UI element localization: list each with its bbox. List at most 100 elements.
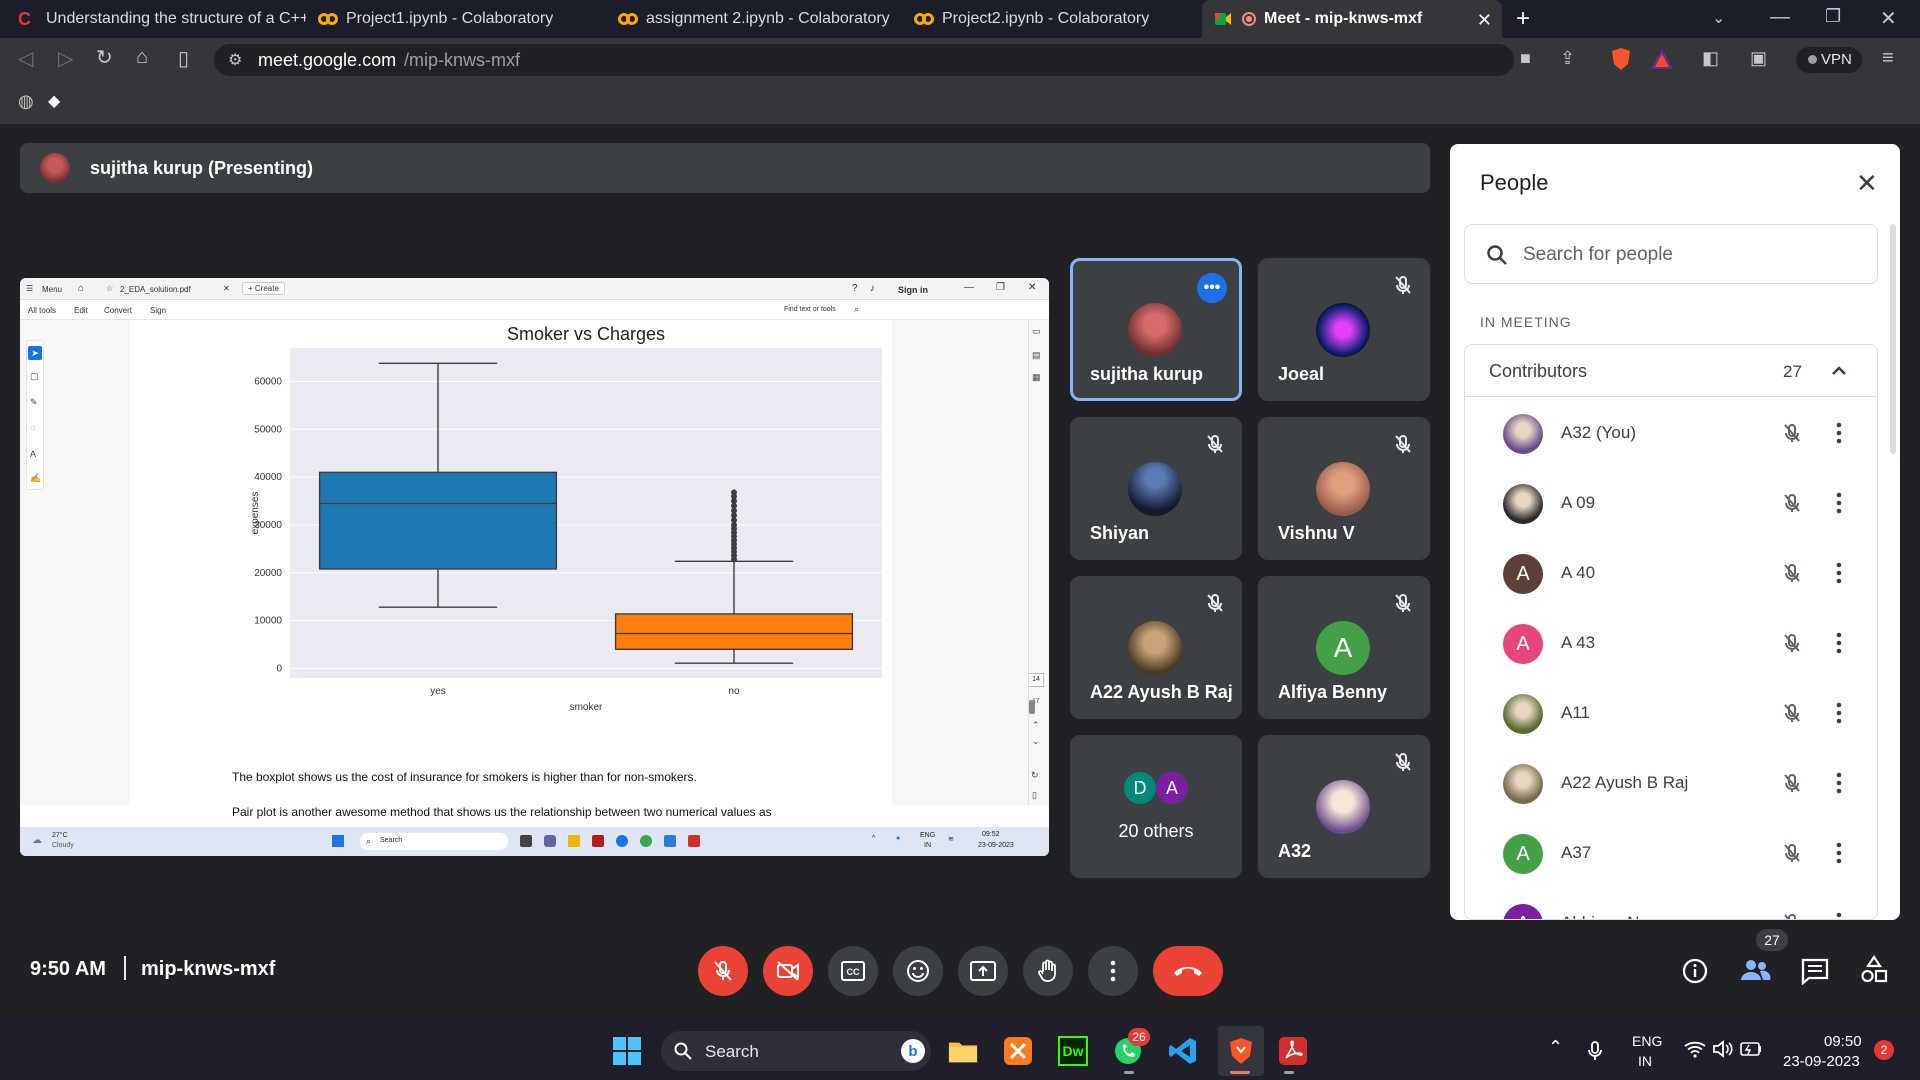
back-icon[interactable]: ◁ <box>18 46 33 71</box>
minimize-icon[interactable]: — <box>1770 6 1790 29</box>
restore-icon[interactable]: ❐ <box>1825 6 1841 27</box>
meeting-info-icon[interactable] <box>1681 957 1709 985</box>
window-close-icon[interactable]: ✕ <box>1880 6 1897 31</box>
participant-more-icon[interactable] <box>1835 561 1843 585</box>
camera-toggle-button[interactable] <box>763 946 813 996</box>
tile-vishnu-v[interactable]: Vishnu V <box>1258 417 1430 560</box>
sidebar-icon[interactable]: ◧ <box>1702 48 1719 69</box>
battery-icon[interactable] <box>1740 1042 1762 1056</box>
participant-name: A37 <box>1561 843 1592 862</box>
avatar: A <box>1156 772 1188 804</box>
reactions-button[interactable] <box>893 946 943 996</box>
inner-save-icon: ▯ <box>1032 790 1037 800</box>
chevron-up-icon[interactable] <box>1829 361 1849 381</box>
participant-more-icon[interactable] <box>1835 771 1843 795</box>
tab-project1[interactable]: Project1.ipynb - Colaboratory <box>306 0 606 38</box>
xampp-icon[interactable] <box>1003 1036 1033 1066</box>
tab-assignment2[interactable]: assignment 2.ipynb - Colaboratory <box>606 0 902 38</box>
file-explorer-icon[interactable] <box>948 1036 978 1066</box>
dreamweaver-icon[interactable]: Dw <box>1058 1036 1088 1066</box>
leave-call-button[interactable] <box>1153 946 1223 996</box>
tab-meet[interactable]: Meet - mip-knws-mxf ✕ <box>1202 0 1502 38</box>
whatsapp-badge: 26 <box>1128 1028 1150 1046</box>
tile-alfiya-benny[interactable]: A Alfiya Benny <box>1258 576 1430 719</box>
participant-more-icon[interactable] <box>1835 421 1843 445</box>
volume-icon[interactable] <box>1712 1040 1734 1058</box>
tile-a32[interactable]: A32 <box>1258 735 1430 878</box>
taskbar-search[interactable]: Search b <box>661 1031 931 1071</box>
y-tick-label: 0 <box>276 663 282 674</box>
site-settings-icon[interactable]: ⚙ <box>228 50 242 70</box>
address-bar[interactable]: ⚙ meet.google.com /mip-knws-mxf <box>214 44 1514 76</box>
windows-start-icon[interactable] <box>612 1036 642 1066</box>
mic-toggle-button[interactable] <box>698 946 748 996</box>
inner-page-down-icon: ⌄ <box>1032 736 1040 746</box>
close-panel-icon[interactable]: ✕ <box>1856 168 1878 199</box>
more-options-icon[interactable]: ••• <box>1197 273 1227 303</box>
participant-more-icon[interactable] <box>1835 491 1843 515</box>
participant-row[interactable]: A Abhinav N <box>1479 887 1877 919</box>
participant-row[interactable]: A A 43 <box>1479 607 1877 677</box>
globe-icon[interactable]: ◍ <box>18 91 34 112</box>
participant-row[interactable]: A A37 <box>1479 817 1877 887</box>
inner-weather-icon: ☁ <box>32 835 42 846</box>
wallet-icon[interactable]: ▣ <box>1750 48 1767 69</box>
tile-joeal[interactable]: Joeal <box>1258 258 1430 401</box>
tile-shiyan[interactable]: Shiyan <box>1070 417 1242 560</box>
participant-more-icon[interactable] <box>1835 701 1843 725</box>
participant-row[interactable]: A11 <box>1479 677 1877 747</box>
tray-lang[interactable]: ENG <box>1632 1033 1662 1049</box>
panel-scrollbar[interactable] <box>1890 224 1896 454</box>
activities-icon[interactable] <box>1860 955 1888 985</box>
tray-mic-icon[interactable] <box>1586 1040 1604 1062</box>
menu-icon[interactable]: ≡ <box>1882 47 1894 70</box>
inner-text-tool-icon: A <box>30 449 37 459</box>
tray-chevron-icon[interactable]: ⌃ <box>1548 1037 1563 1058</box>
more-options-button[interactable] <box>1088 946 1138 996</box>
tab-project2[interactable]: Project2.ipynb - Colaboratory <box>902 0 1198 38</box>
search-people-input[interactable]: Search for people <box>1464 224 1878 284</box>
vpn-button[interactable]: VPN <box>1796 47 1862 73</box>
new-tab-icon[interactable]: + <box>1516 5 1530 33</box>
inner-rotate-icon: ↻ <box>1031 770 1039 780</box>
home-icon[interactable]: ⌂ <box>136 46 148 69</box>
chat-icon[interactable] <box>1800 957 1830 985</box>
participant-row[interactable]: A32 (You) <box>1479 397 1877 467</box>
tile-sujitha-kurup[interactable]: ••• sujitha kurup <box>1070 258 1242 401</box>
people-icon[interactable] <box>1738 956 1772 984</box>
participant-row[interactable]: A22 Ayush B Raj <box>1479 747 1877 817</box>
close-tab-icon[interactable]: ✕ <box>1477 10 1492 31</box>
participant-more-icon[interactable] <box>1835 631 1843 655</box>
tile-20-others[interactable]: D A 20 others <box>1070 735 1242 878</box>
inner-right-gutter: ▭ ▤ ▦ 14 17 ⌃ ⌄ ↻ ▯ <box>892 320 1049 805</box>
bookmark-icon[interactable]: ▯ <box>178 46 189 71</box>
tab-cpp-structure[interactable]: C Understanding the structure of a C++ <box>6 0 306 38</box>
brave-rewards-icon[interactable] <box>1650 48 1674 70</box>
camera-in-use-icon[interactable]: ■ <box>1520 48 1531 69</box>
present-button[interactable] <box>958 946 1008 996</box>
participant-row[interactable]: A A 40 <box>1479 537 1877 607</box>
inner-scrollbar-thumb <box>1029 700 1035 714</box>
reload-icon[interactable]: ↻ <box>96 45 113 70</box>
raise-hand-button[interactable] <box>1023 946 1073 996</box>
participant-more-icon[interactable] <box>1835 841 1843 865</box>
forward-icon[interactable]: ▷ <box>58 46 73 71</box>
participant-more-icon[interactable] <box>1835 911 1843 919</box>
inner-toolbar: All tools Edit Convert Sign Find text or… <box>20 300 1049 320</box>
vscode-icon[interactable] <box>1168 1036 1198 1066</box>
notification-badge[interactable]: 2 <box>1874 1040 1894 1060</box>
tile-a22-ayush-b-raj[interactable]: A22 Ayush B Raj <box>1070 576 1242 719</box>
tile-name: Shiyan <box>1090 523 1150 543</box>
tab-search-chevron-icon[interactable]: ⌄ <box>1712 8 1725 28</box>
inner-select-tool-icon: ➤ <box>28 346 42 360</box>
acrobat-icon[interactable] <box>1278 1036 1308 1066</box>
share-icon[interactable]: ⇪ <box>1560 48 1575 69</box>
wifi-icon[interactable] <box>1684 1040 1706 1058</box>
inner-tab-title: 2_EDA_solution.pdf <box>120 285 191 294</box>
contributors-header[interactable]: Contributors 27 <box>1465 345 1877 397</box>
diamond-icon[interactable]: ◆ <box>48 91 60 111</box>
captions-button[interactable]: CC <box>828 946 878 996</box>
taskbar-time[interactable]: 09:50 <box>1824 1033 1862 1050</box>
participant-row[interactable]: A 09 <box>1479 467 1877 537</box>
brave-shields-icon[interactable] <box>1610 47 1632 71</box>
